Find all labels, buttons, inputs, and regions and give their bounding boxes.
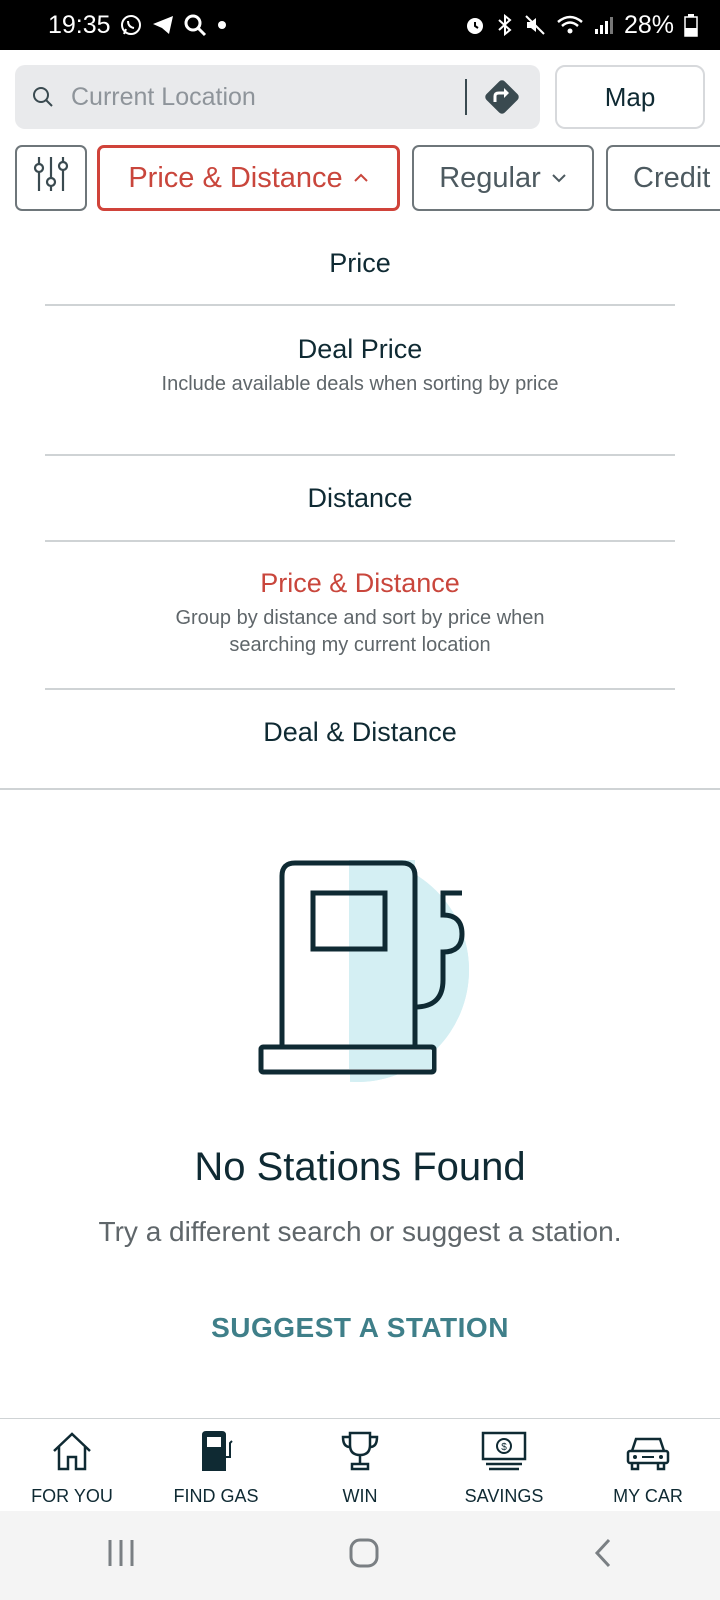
bottom-nav: FOR YOU FIND GAS WIN $ SAVINGS MY CAR [0, 1418, 720, 1511]
fuel-grade-label: Regular [439, 161, 541, 194]
trophy-icon [338, 1429, 382, 1478]
divider [45, 454, 675, 456]
nav-label: FIND GAS [173, 1486, 259, 1506]
car-icon [624, 1429, 672, 1478]
battery-percent: 28% [623, 10, 674, 39]
search-icon [31, 85, 55, 114]
sort-option-price-distance[interactable]: Price & Distance Group by distance and s… [45, 568, 675, 659]
nav-item-win[interactable]: WIN [288, 1419, 432, 1511]
sort-option-title: Price & Distance [260, 568, 460, 598]
sort-option-price[interactable]: Price [45, 248, 675, 279]
nav-item-for-you[interactable]: FOR YOU [0, 1419, 144, 1511]
directions-icon[interactable] [481, 76, 523, 118]
empty-state-title: No Stations Found [194, 1145, 526, 1189]
divider [45, 304, 675, 306]
sort-dropdown-label: Price & Distance [128, 161, 343, 194]
sort-dropdown[interactable]: Price & Distance [97, 145, 400, 211]
dollar-bill-icon: $ [480, 1429, 528, 1478]
search-row: Map [15, 65, 705, 129]
telegram-icon [151, 13, 175, 37]
search-divider [465, 79, 467, 115]
status-time: 19:35 [48, 10, 111, 39]
filter-settings-button[interactable] [15, 145, 87, 211]
sort-option-distance[interactable]: Distance [45, 483, 675, 514]
mute-icon [524, 14, 546, 36]
divider [45, 688, 675, 690]
status-bar: 19:35 28% [0, 0, 720, 50]
sort-option-deal-price[interactable]: Deal Price Include available deals when … [45, 334, 675, 398]
svg-text:$: $ [501, 1442, 507, 1453]
location-search-input[interactable] [71, 77, 441, 117]
chevron-up-icon [353, 172, 369, 184]
wifi-icon [556, 14, 584, 36]
house-icon [50, 1429, 94, 1478]
payment-type-label: Credit [633, 161, 711, 194]
nav-label: WIN [342, 1486, 378, 1506]
chevron-down-icon [551, 172, 567, 184]
gas-pump-illustration [245, 858, 475, 1095]
nav-item-find-gas[interactable]: FIND GAS [144, 1419, 288, 1511]
payment-type-dropdown[interactable]: Credit [606, 145, 720, 211]
search-icon [183, 13, 207, 37]
signal-icon [594, 15, 614, 35]
filter-row: Price & Distance Regular Credit [15, 145, 720, 211]
bluetooth-icon [496, 14, 514, 36]
sort-option-title: Deal Price [297, 334, 423, 364]
sort-options-menu: Price Deal Price Include available deals… [0, 220, 720, 790]
empty-state-subtitle: Try a different search or suggest a stat… [98, 1216, 622, 1247]
map-button[interactable]: Map [555, 65, 705, 129]
sort-option-deal-distance[interactable]: Deal & Distance [45, 717, 675, 748]
nav-label: MY CAR [613, 1486, 683, 1506]
recent-apps-icon[interactable] [105, 1538, 137, 1573]
gas-pump-icon [194, 1429, 238, 1478]
notification-dot-icon [215, 18, 229, 32]
sort-option-title: Deal & Distance [263, 717, 457, 747]
sort-option-description: Include available deals when sorting by … [161, 373, 559, 395]
search-box[interactable] [15, 65, 540, 129]
system-nav-bar [0, 1511, 720, 1600]
whatsapp-icon [119, 13, 143, 37]
nav-item-my-car[interactable]: MY CAR [576, 1419, 720, 1511]
battery-icon [684, 13, 698, 37]
nav-item-savings[interactable]: $ SAVINGS [432, 1419, 576, 1511]
back-icon[interactable] [591, 1537, 615, 1574]
alarm-icon [464, 14, 486, 36]
nav-label: FOR YOU [31, 1486, 113, 1506]
home-icon[interactable] [348, 1537, 380, 1574]
divider [45, 540, 675, 542]
sliders-icon [33, 154, 69, 202]
nav-label: SAVINGS [464, 1486, 544, 1506]
sort-option-description: Group by distance and sort by price when… [175, 607, 545, 656]
sort-option-title: Distance [307, 483, 413, 513]
fuel-grade-dropdown[interactable]: Regular [412, 145, 594, 211]
sort-option-title: Price [329, 248, 391, 278]
suggest-station-button[interactable]: SUGGEST A STATION [0, 1312, 720, 1344]
